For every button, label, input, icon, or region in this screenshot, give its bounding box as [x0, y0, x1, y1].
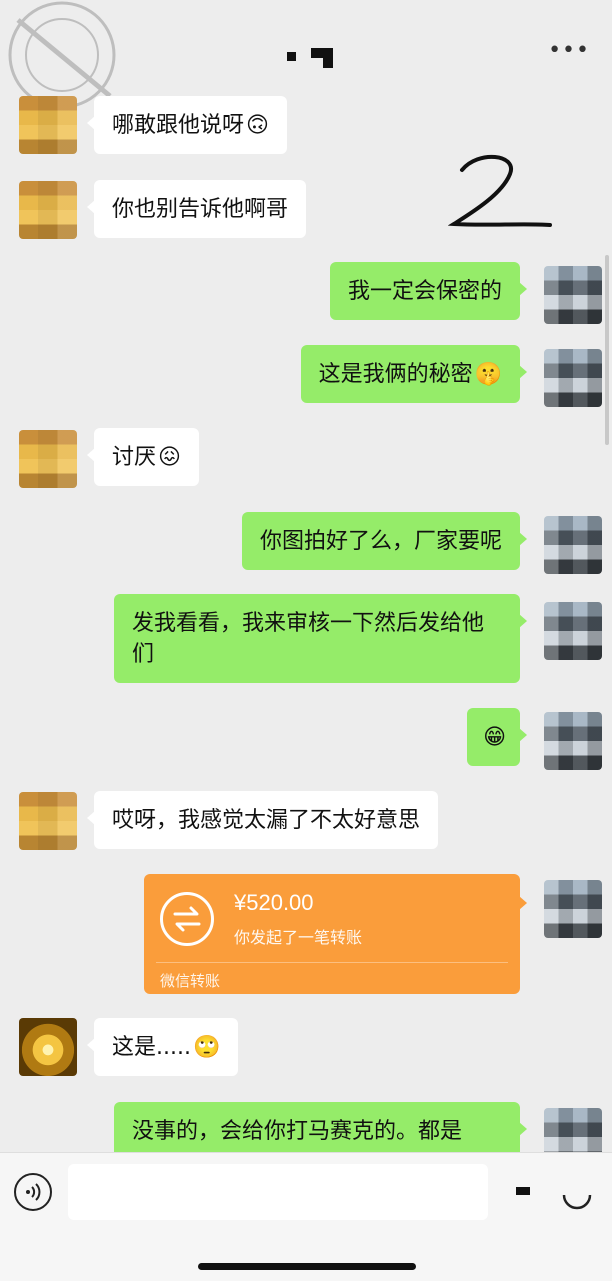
emoji-icon: 😖: [158, 445, 181, 470]
avatar[interactable]: [19, 96, 77, 154]
message-bubble-outgoing[interactable]: 没事的，会给你打马赛克的。都是: [114, 1102, 527, 1152]
message-bubble-outgoing[interactable]: 这是我俩的秘密🤫: [300, 345, 528, 403]
transfer-amount: ¥520.00: [234, 890, 314, 915]
transfer-arrows-icon: [160, 892, 214, 946]
message-text: 哎呀，我感觉太漏了不太好意思: [112, 808, 421, 833]
message-bubble-outgoing[interactable]: 你图拍好了么，厂家要呢: [241, 512, 528, 570]
emoji-icon[interactable]: [558, 1173, 596, 1211]
emoji-icon: 🙄: [192, 1035, 221, 1060]
avatar[interactable]: [19, 792, 77, 850]
message-text: 哪敢跟他说呀: [112, 113, 245, 138]
transfer-description: 你发起了一笔转账: [234, 928, 363, 947]
more-options-button[interactable]: •••: [548, 38, 590, 63]
avatar[interactable]: [544, 349, 602, 407]
avatar[interactable]: [544, 602, 602, 660]
emoji-icon: 😁: [483, 725, 506, 750]
input-bar: [0, 1152, 612, 1281]
message-text: 你图拍好了么，厂家要呢: [259, 529, 502, 554]
message-bubble-incoming[interactable]: 哪敢跟他说呀🙃: [87, 96, 287, 154]
message-bubble-outgoing[interactable]: 我一定会保密的: [329, 262, 528, 320]
message-bubble-incoming[interactable]: 你也别告诉他啊哥: [86, 180, 307, 238]
redacted-mark: [516, 1187, 530, 1195]
chat-area[interactable]: ••• 哪敢跟他说呀🙃 你也别告诉他啊哥 我一定会保密的 这是我俩的秘密🤫 讨厌…: [0, 0, 612, 1152]
avatar[interactable]: [544, 516, 602, 574]
avatar[interactable]: [544, 880, 602, 938]
avatar[interactable]: [544, 1108, 602, 1152]
message-bubble-outgoing[interactable]: 😁: [467, 708, 527, 766]
message-bubble-incoming[interactable]: 哎呀，我感觉太漏了不太好意思: [86, 791, 439, 849]
transfer-footer-label: 微信转账: [160, 972, 221, 990]
message-text: 我一定会保密的: [347, 279, 502, 304]
money-transfer-card[interactable]: ¥520.00 你发起了一笔转账 微信转账: [144, 874, 527, 994]
avatar[interactable]: [544, 712, 602, 770]
message-input[interactable]: [68, 1164, 488, 1220]
message-text: 讨厌: [112, 445, 157, 470]
message-text: 这是我俩的秘密: [318, 362, 473, 387]
message-bubble-outgoing[interactable]: 发我看看，我来审核一下然后发给他们: [114, 594, 527, 683]
voice-input-icon[interactable]: [14, 1173, 52, 1211]
divider: [156, 962, 508, 963]
avatar[interactable]: [544, 266, 602, 324]
avatar[interactable]: [19, 181, 77, 239]
scrollbar[interactable]: [605, 255, 609, 445]
avatar[interactable]: [19, 1018, 77, 1076]
message-text: 这是.....: [112, 1035, 191, 1060]
handwritten-number-annotation: [448, 155, 552, 227]
emoji-icon: 🙃: [246, 113, 269, 138]
message-bubble-incoming[interactable]: 这是.....🙄: [86, 1018, 239, 1076]
message-text: 发我看看，我来审核一下然后发给他们: [132, 611, 485, 667]
avatar[interactable]: [19, 430, 77, 488]
home-indicator[interactable]: [198, 1263, 416, 1270]
message-bubble-incoming[interactable]: 讨厌😖: [87, 428, 199, 486]
message-text: 没事的，会给你打马赛克的。都是: [132, 1119, 463, 1144]
emoji-icon: 🤫: [474, 362, 502, 387]
message-text: 你也别告诉他啊哥: [112, 197, 289, 222]
